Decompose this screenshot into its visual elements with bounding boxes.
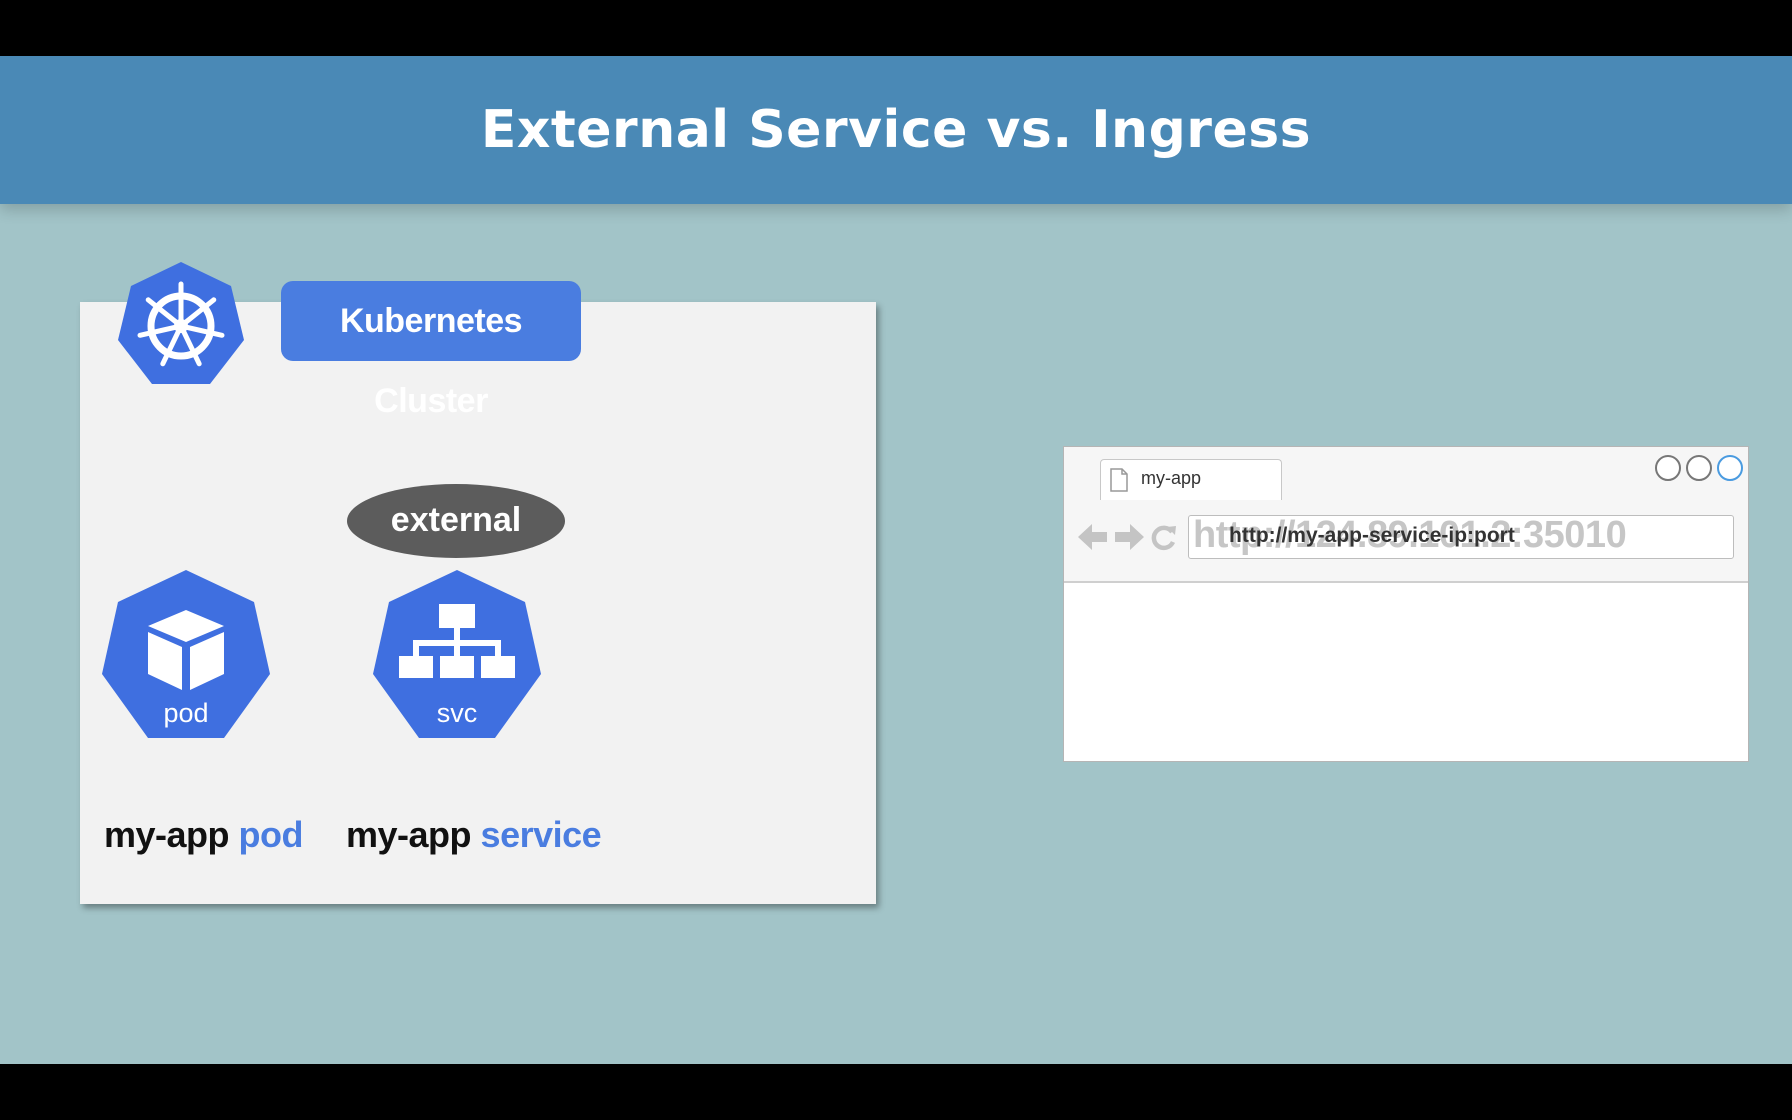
service-caption: my-app service [346,814,602,856]
pod-cube-icon: pod [102,570,270,738]
browser-window: my-app http://124.89.101.2:35010 http://… [1063,446,1749,762]
slide-title: External Service vs. Ingress [480,100,1312,160]
pod-caption: my-app pod [104,814,304,856]
window-minimize-button[interactable] [1655,455,1681,481]
pod-caption-name: my-app [104,814,230,855]
pod-caption-kind: pod [238,814,304,855]
reload-icon[interactable] [1151,523,1177,551]
service-caption-kind: service [480,814,602,855]
browser-tab[interactable]: my-app [1100,459,1282,500]
forward-arrow-icon[interactable] [1114,523,1144,551]
window-close-button[interactable] [1717,455,1743,481]
browser-tab-title: my-app [1141,468,1202,488]
browser-toolbar: my-app http://124.89.101.2:35010 http://… [1064,447,1748,583]
document-icon [1110,468,1128,492]
svc-icon-label: svc [437,698,478,728]
pod-icon-label: pod [163,698,208,728]
letterbox-top [0,0,1792,56]
kubernetes-cluster-label: Kubernetes Cluster [281,281,581,420]
address-bar[interactable]: http://124.89.101.2:35010 http://my-app-… [1188,514,1734,559]
external-type-badge: external [347,484,565,558]
address-url: http://my-app-service-ip:port [1229,524,1515,547]
service-network-icon: svc [373,570,541,738]
letterbox-bottom [0,1064,1792,1120]
kubernetes-helm-icon [118,262,244,384]
back-arrow-icon[interactable] [1078,523,1108,551]
service-caption-name: my-app [346,814,472,855]
window-maximize-button[interactable] [1686,455,1712,481]
